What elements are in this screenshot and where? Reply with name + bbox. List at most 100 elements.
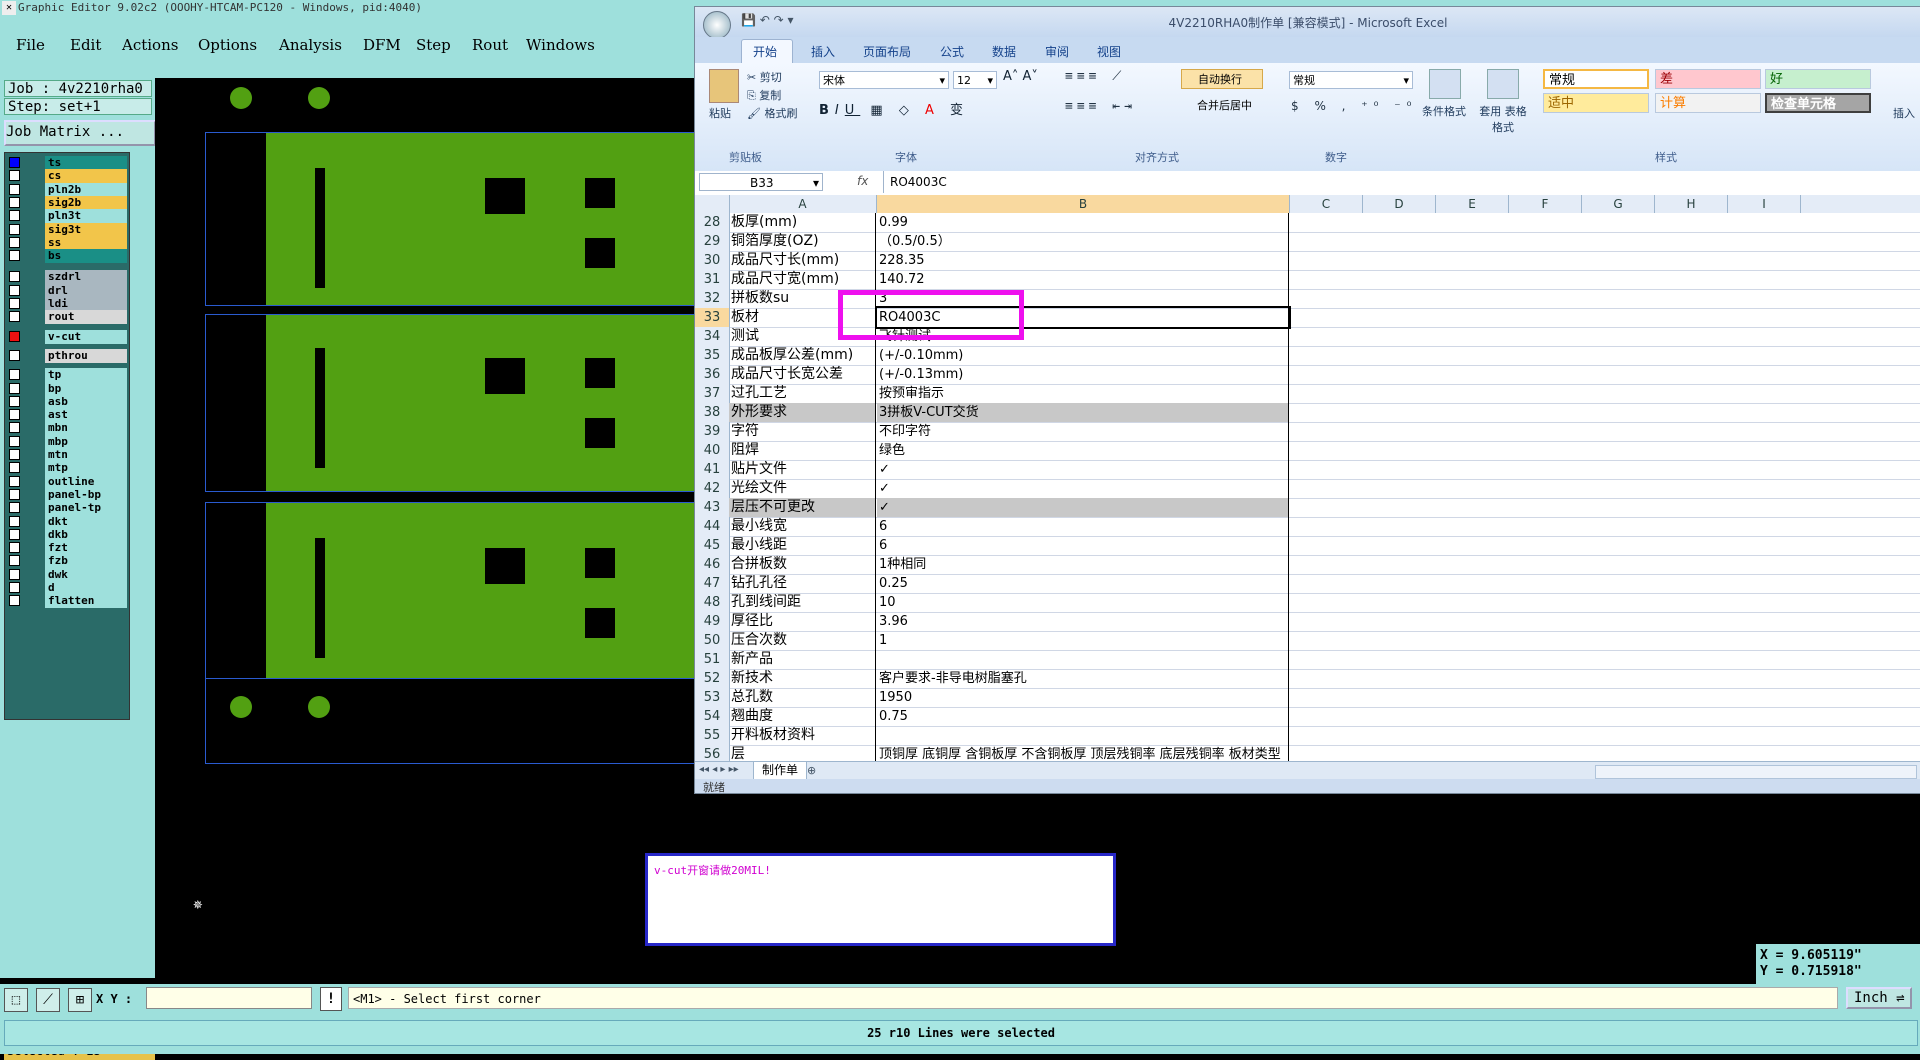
style-calculation[interactable]: 计算 [1655, 93, 1761, 113]
insert-cells-button[interactable]: 插入 [1893, 105, 1915, 121]
cell-b[interactable]: (+/-0.13mm) [877, 365, 1289, 384]
select-tool-icon[interactable]: ⬚ [4, 988, 28, 1012]
layer-row-dkt[interactable]: dkt [9, 515, 127, 529]
cell-b[interactable]: (+/-0.10mm) [877, 346, 1289, 365]
cell-a[interactable]: 外形要求 [729, 403, 876, 422]
menu-actions[interactable]: Actions [122, 36, 178, 54]
col-f[interactable]: F [1509, 195, 1582, 213]
layer-checkbox[interactable] [9, 383, 20, 394]
layer-row-tp[interactable]: tp [9, 368, 127, 382]
col-i[interactable]: I [1728, 195, 1801, 213]
layer-row-d[interactable]: d [9, 581, 127, 595]
wrap-text-button[interactable]: 自动换行 [1181, 69, 1263, 89]
cell-a[interactable]: 成品尺寸宽(mm) [729, 270, 876, 289]
row-number[interactable]: 48 [695, 593, 730, 612]
col-e[interactable]: E [1436, 195, 1509, 213]
cell-b[interactable]: 3拼板V-CUT交货 [877, 403, 1289, 422]
row-number[interactable]: 54 [695, 707, 730, 726]
layer-row-dwk[interactable]: dwk [9, 568, 127, 582]
format-painter-button[interactable]: 🖌 格式刷 [747, 105, 797, 121]
cell-b[interactable]: 6 [877, 536, 1289, 555]
cell-a[interactable]: 合拼板数 [729, 555, 876, 574]
cell-a[interactable]: 阻焊 [729, 441, 876, 460]
cell-a[interactable]: 过孔工艺 [729, 384, 876, 403]
cell-b[interactable]: 1 [877, 631, 1289, 650]
menu-analysis[interactable]: Analysis [279, 36, 342, 54]
layer-checkbox[interactable] [9, 436, 20, 447]
row-number[interactable]: 45 [695, 536, 730, 555]
layer-row-mbp[interactable]: mbp [9, 435, 127, 449]
layer-row-v-cut[interactable]: v-cut [9, 330, 127, 344]
layer-checkbox[interactable] [9, 542, 20, 553]
cell-b[interactable] [877, 650, 1289, 669]
row-number[interactable]: 34 [695, 327, 730, 346]
row-number[interactable]: 37 [695, 384, 730, 403]
menu-rout[interactable]: Rout [472, 36, 508, 54]
layer-checkbox[interactable] [9, 595, 20, 606]
tab-data[interactable]: 数据 [992, 43, 1016, 60]
cell-a[interactable]: 成品尺寸长(mm) [729, 251, 876, 270]
font-style-buttons[interactable]: BIU ▦ ◇ A 变 [819, 99, 969, 118]
menu-windows[interactable]: Windows [526, 36, 595, 54]
sheet-tab-production[interactable]: 制作单 [753, 762, 807, 780]
row-number[interactable]: 51 [695, 650, 730, 669]
cell-a[interactable]: 开料板材资料 [729, 726, 876, 745]
row-number[interactable]: 49 [695, 612, 730, 631]
cell-a[interactable]: 字符 [729, 422, 876, 441]
layer-checkbox[interactable] [9, 462, 20, 473]
menu-options[interactable]: Options [198, 36, 257, 54]
row-number[interactable]: 35 [695, 346, 730, 365]
align-top-buttons[interactable]: ≡≡≡ ⟋ [1065, 69, 1125, 84]
cell-b[interactable]: ✓ [877, 498, 1289, 517]
cell-a[interactable]: 孔到线间距 [729, 593, 876, 612]
layer-checkbox[interactable] [9, 476, 20, 487]
row-number[interactable]: 32 [695, 289, 730, 308]
cell-b[interactable]: 客户要求-非导电树脂塞孔 [877, 669, 1289, 688]
row-number[interactable]: 42 [695, 479, 730, 498]
layer-checkbox[interactable] [9, 569, 20, 580]
tab-formulas[interactable]: 公式 [940, 43, 964, 60]
select-all-corner[interactable] [695, 195, 730, 213]
layer-checkbox[interactable] [9, 250, 20, 261]
layer-checkbox[interactable] [9, 555, 20, 566]
table-format-icon[interactable] [1487, 69, 1519, 99]
number-format-select[interactable]: 常规 ▾ [1289, 71, 1413, 89]
font-grow-icon[interactable]: A˄ A˅ [1003, 69, 1038, 84]
layer-checkbox[interactable] [9, 184, 20, 195]
layer-row-panel-bp[interactable]: panel-bp [9, 488, 127, 502]
cell-a[interactable]: 最小线距 [729, 536, 876, 555]
horizontal-scrollbar[interactable] [1595, 765, 1917, 779]
paste-button[interactable]: 粘贴 [709, 105, 731, 121]
col-c[interactable]: C [1290, 195, 1363, 213]
layer-row-panel-tp[interactable]: panel-tp [9, 501, 127, 515]
layer-checkbox[interactable] [9, 489, 20, 500]
layer-row-ss[interactable]: ss [9, 236, 127, 250]
row-number[interactable]: 52 [695, 669, 730, 688]
cell-b[interactable]: 不印字符 [877, 422, 1289, 441]
layer-row-szdrl[interactable]: szdrl [9, 270, 127, 284]
layer-row-mtn[interactable]: mtn [9, 448, 127, 462]
row-number[interactable]: 46 [695, 555, 730, 574]
layer-checkbox[interactable] [9, 210, 20, 221]
menu-step[interactable]: Step [416, 36, 451, 54]
layer-row-sig3t[interactable]: sig3t [9, 223, 127, 237]
cell-b[interactable]: （0.5/0.5） [877, 232, 1289, 251]
layer-checkbox[interactable] [9, 271, 20, 282]
cell-b[interactable]: 0.25 [877, 574, 1289, 593]
cell-b[interactable]: 顶铜厚 底铜厚 含铜板厚 不含铜板厚 顶层残铜率 底层残铜率 板材类型 [877, 745, 1289, 761]
row-number[interactable]: 40 [695, 441, 730, 460]
conditional-format-button[interactable]: 条件格式 [1419, 103, 1469, 119]
cell-b[interactable]: 10 [877, 593, 1289, 612]
row-number[interactable]: 50 [695, 631, 730, 650]
layer-row-drl[interactable]: drl [9, 284, 127, 298]
layer-row-bp[interactable]: bp [9, 382, 127, 396]
row-number[interactable]: 30 [695, 251, 730, 270]
layer-checkbox[interactable] [9, 237, 20, 248]
layer-checkbox[interactable] [9, 350, 20, 361]
layer-checkbox[interactable] [9, 298, 20, 309]
tab-home-label[interactable]: 开始 [753, 43, 777, 60]
menu-file[interactable]: File [16, 36, 45, 54]
layer-row-ast[interactable]: ast [9, 408, 127, 422]
col-d[interactable]: D [1363, 195, 1436, 213]
menu-dfm[interactable]: DFM [363, 36, 401, 54]
